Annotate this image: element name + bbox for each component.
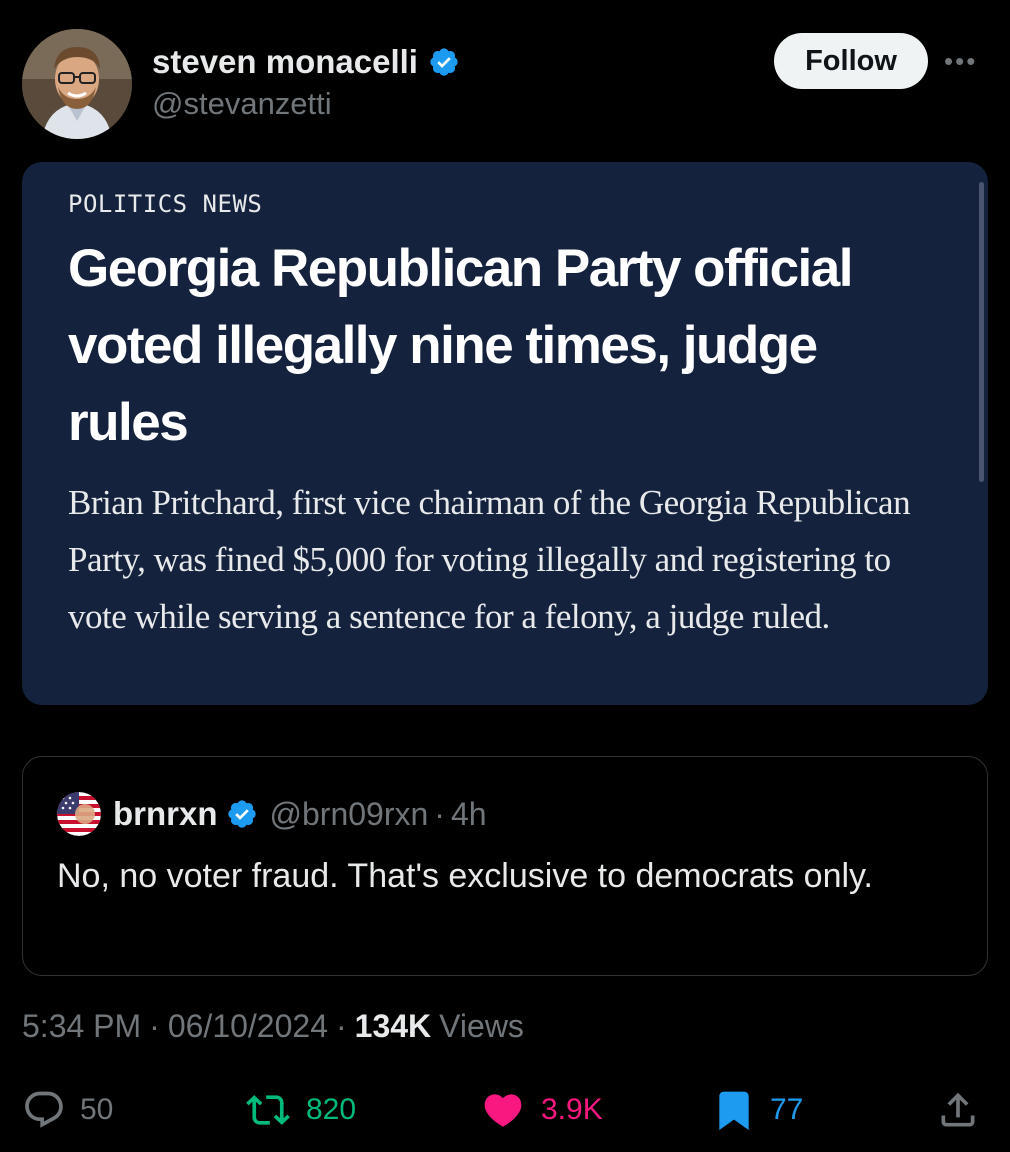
- heart-icon: [484, 1094, 522, 1127]
- quoted-time[interactable]: 4h: [451, 796, 487, 833]
- post-meta: 5:34 PM · 06/10/2024 · 134K Views: [22, 1008, 524, 1045]
- bookmark-button[interactable]: 77: [712, 1085, 803, 1135]
- quoted-display-name[interactable]: brnrxn: [113, 795, 218, 833]
- views-label: Views: [439, 1008, 524, 1044]
- card-scrollbar[interactable]: [979, 182, 984, 482]
- author-names: steven monacelli @stevanzetti: [152, 42, 460, 122]
- retweet-button[interactable]: 820: [244, 1085, 356, 1135]
- author-display-name[interactable]: steven monacelli: [152, 43, 418, 81]
- quoted-text: No, no voter fraud. That's exclusive to …: [57, 857, 873, 895]
- card-summary: Brian Pritchard, first vice chairman of …: [68, 483, 911, 636]
- post-header: steven monacelli @stevanzetti Follow •••: [0, 0, 1010, 150]
- reply-button[interactable]: 50: [22, 1085, 113, 1135]
- verified-badge-icon: [430, 48, 458, 76]
- retweet-icon: [246, 1095, 290, 1125]
- action-bar: 50 820 3.9K 77: [0, 1085, 1010, 1135]
- verified-badge-icon: [227, 800, 256, 828]
- retweet-count: 820: [306, 1093, 357, 1126]
- card-kicker: POLITICS NEWS: [68, 190, 263, 218]
- share-icon: [941, 1092, 975, 1127]
- quoted-post-header: brnrxn @brn09rxn · 4h: [57, 792, 487, 836]
- quoted-handle[interactable]: @brn09rxn: [270, 796, 429, 833]
- share-button[interactable]: [936, 1085, 980, 1135]
- link-card[interactable]: POLITICS NEWS Georgia Republican Party o…: [22, 162, 988, 705]
- bookmark-count: 77: [770, 1093, 804, 1126]
- like-button[interactable]: 3.9K: [479, 1085, 603, 1135]
- reply-icon: [25, 1091, 63, 1128]
- bookmark-icon: [719, 1091, 749, 1131]
- meta-separator: ·: [149, 1008, 160, 1044]
- quoted-separator: ·: [434, 795, 445, 832]
- author-handle[interactable]: @stevanzetti: [152, 86, 460, 122]
- reply-count: 50: [80, 1093, 114, 1126]
- follow-button[interactable]: Follow: [774, 33, 928, 89]
- author-avatar[interactable]: [22, 29, 132, 139]
- views-count[interactable]: 134K: [355, 1008, 432, 1045]
- more-icon[interactable]: •••: [944, 46, 984, 76]
- like-count: 3.9K: [541, 1093, 603, 1126]
- meta-separator: ·: [335, 1008, 347, 1044]
- post-date[interactable]: 06/10/2024: [168, 1008, 328, 1045]
- quoted-author-avatar[interactable]: [57, 792, 101, 836]
- post-time[interactable]: 5:34 PM: [22, 1008, 141, 1045]
- card-headline: Georgia Republican Party official voted …: [68, 239, 853, 452]
- quoted-post[interactable]: brnrxn @brn09rxn · 4h No, no voter fraud…: [22, 756, 988, 976]
